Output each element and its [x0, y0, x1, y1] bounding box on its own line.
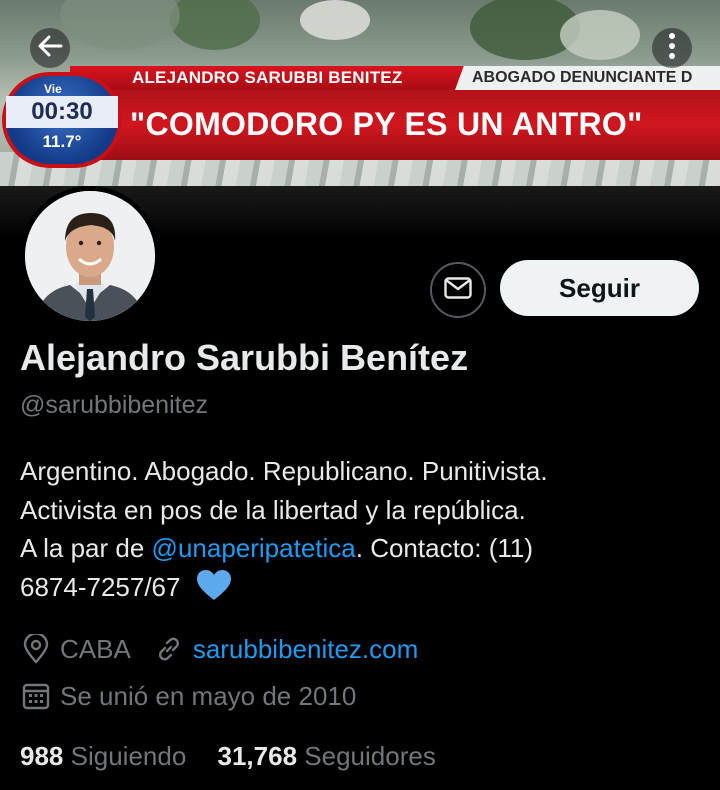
following-label: Siguiendo — [70, 741, 187, 771]
blue-heart-icon — [196, 569, 232, 612]
profile-location: CABA — [60, 633, 131, 664]
message-button[interactable] — [430, 262, 486, 318]
location-pin-icon — [20, 633, 52, 665]
user-handle: @sarubbibenitez — [20, 391, 208, 419]
clock-day: Vie — [44, 82, 62, 96]
clock-time: 00:30 — [6, 96, 118, 128]
followers-stat[interactable]: 31,768 Seguidores — [218, 741, 436, 771]
ticker-name: ALEJANDRO SARUBBI BENITEZ — [132, 68, 403, 87]
more-vertical-icon — [667, 31, 677, 66]
bio-text: A la par de — [20, 533, 152, 563]
more-options-button[interactable] — [652, 28, 692, 68]
profile-stats: 988 Siguiendo 31,768 Seguidores — [20, 741, 436, 772]
bio-text: . Contacto: (11) — [355, 533, 534, 563]
profile-website-link[interactable]: sarubbibenitez.com — [193, 634, 418, 665]
profile-bio: Argentino. Abogado. Republicano. Punitiv… — [20, 452, 710, 611]
profile-meta-location-row: CABA sarubbibenitez.com — [20, 633, 418, 665]
followers-count: 31,768 — [217, 741, 298, 771]
tv-clock-badge: Vie 00:30 11.7° — [2, 72, 122, 168]
ticker-headline: "COMODORO PY ES UN ANTRO" — [130, 106, 643, 142]
follow-button[interactable]: Seguir — [500, 260, 699, 316]
profile-avatar[interactable] — [20, 186, 160, 326]
profile-join-date: Se unió en mayo de 2010 — [60, 680, 357, 711]
bio-line: Argentino. Abogado. Republicano. Punitiv… — [20, 456, 548, 486]
link-icon — [153, 633, 185, 665]
news-ticker-headline-bar: "COMODORO PY ES UN ANTRO" — [70, 90, 720, 160]
clock-temperature: 11.7° — [42, 132, 82, 151]
display-name: Alejandro Sarubbi Benítez — [20, 337, 469, 378]
bio-line: Activista en pos de la libertad y la rep… — [20, 494, 526, 525]
following-stat[interactable]: 988 Siguiendo — [20, 741, 186, 771]
arrow-left-icon — [35, 31, 65, 66]
ticker-role: ABOGADO DENUNCIANTE D — [472, 69, 693, 86]
envelope-icon — [444, 276, 472, 304]
back-button[interactable] — [30, 28, 70, 68]
following-count: 988 — [20, 741, 64, 771]
followers-label: Seguidores — [304, 741, 436, 771]
bio-line: A la par de @unaperipatetica. Contacto: … — [20, 529, 710, 568]
bio-line: 6874-7257/67 — [20, 568, 710, 612]
bio-mention-link[interactable]: @unaperipatetica — [152, 533, 356, 563]
bio-phone: 6874-7257/67 — [20, 571, 181, 602]
news-ticker-nameplate: ALEJANDRO SARUBBI BENITEZ ABOGADO DENUNC… — [70, 66, 720, 90]
profile-meta-joined-row: Se unió en mayo de 2010 — [20, 680, 356, 712]
calendar-icon — [20, 680, 52, 712]
avatar-photo — [25, 191, 155, 321]
